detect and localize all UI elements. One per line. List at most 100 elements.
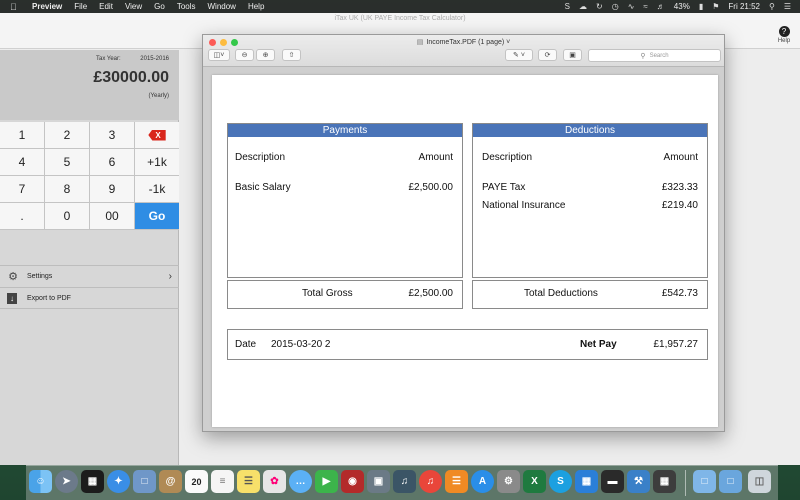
tax-year-value[interactable]: 2015-2016 (140, 56, 169, 62)
key-decimal[interactable]: . (0, 203, 44, 229)
itunes-icon[interactable]: ♫ (393, 470, 416, 493)
markup-pen-button[interactable]: ✎ ˅ (505, 49, 533, 61)
photos-icon[interactable]: ✿ (263, 470, 286, 493)
downloads-icon[interactable]: □ (693, 470, 716, 493)
key-8[interactable]: 8 (45, 176, 89, 202)
zoom-in-button[interactable]: ⊕ (256, 49, 275, 61)
reminders-icon[interactable]: ≡ (211, 470, 234, 493)
key-2[interactable]: 2 (45, 122, 89, 148)
deductions-col-description: Description (482, 152, 533, 163)
skype-status-icon[interactable]: S (565, 2, 570, 11)
skype-icon[interactable]: X (523, 470, 546, 493)
pen-icon: ✎ ˅ (513, 52, 525, 59)
deductions-table: Deductions Description Amount PAYE Tax £… (472, 123, 708, 278)
zoom-out-button[interactable]: ⊖ (235, 49, 254, 61)
cloud-icon[interactable]: ☁ (579, 2, 587, 11)
photo-booth-icon[interactable]: ◉ (341, 470, 364, 493)
crossover-icon[interactable]: ⚒ (627, 470, 650, 493)
launchpad-icon[interactable]: ➤ (55, 470, 78, 493)
app-store-icon[interactable]: ☰ (445, 470, 468, 493)
documents-folder-icon[interactable]: □ (719, 470, 742, 493)
payments-col-description: Description (235, 152, 286, 163)
menu-bar:  Preview File Edit View Go Tools Window… (0, 0, 800, 13)
safari-icon[interactable]: ✦ (107, 470, 130, 493)
key-1[interactable]: 1 (0, 122, 44, 148)
facetime-icon[interactable]: ▶ (315, 470, 338, 493)
flag-icon[interactable]: ⚑ (712, 2, 719, 11)
notification-center-icon[interactable]: ☰ (784, 2, 791, 11)
volume-icon[interactable]: ♬ (657, 2, 665, 11)
calculator-panel: Tax Year: 2015-2016 £30000.00 (Yearly) 1… (0, 50, 179, 465)
finder-icon[interactable]: ☺ (29, 470, 52, 493)
toolbox-button[interactable]: ▣ (563, 49, 582, 61)
payments-col-amount: Amount (418, 152, 453, 163)
contacts-icon[interactable]: @ (159, 470, 182, 493)
wifi-icon[interactable]: ≈ (643, 2, 647, 11)
key-plus-1k[interactable]: +1k (135, 149, 179, 175)
backspace-icon: X (148, 129, 166, 141)
ibooks-icon[interactable]: ♫ (419, 470, 442, 493)
menu-go[interactable]: Go (154, 2, 165, 11)
key-7[interactable]: 7 (0, 176, 44, 202)
preview-titlebar: ▤ IncomeTax.PDF (1 page) ˅ ◫˅ ⊖ ⊕ ⇧ ✎ ˅ ⟳… (203, 35, 724, 67)
apple-menu-icon[interactable]:  (10, 2, 20, 12)
calendar-icon[interactable]: 20 (185, 470, 208, 493)
rotate-button[interactable]: ⟳ (538, 49, 557, 61)
key-4[interactable]: 4 (0, 149, 44, 175)
pay-period[interactable]: (Yearly) (149, 93, 169, 99)
menu-tools[interactable]: Tools (177, 2, 196, 11)
menu-view[interactable]: View (125, 2, 142, 11)
menu-help[interactable]: Help (248, 2, 264, 11)
system-preferences-icon[interactable]: A (471, 470, 494, 493)
zoom-in-icon: ⊕ (262, 52, 269, 59)
notes-icon[interactable]: ☰ (237, 470, 260, 493)
key-minus-1k[interactable]: -1k (135, 176, 179, 202)
preview-title-text: IncomeTax.PDF (1 page) (426, 39, 505, 46)
keynote-icon[interactable]: S (549, 470, 572, 493)
options-menu: ⚙ Settings › ↓ Export to PDF (0, 265, 179, 309)
key-9[interactable]: 9 (90, 176, 134, 202)
bluetooth-icon[interactable]: ∿ (628, 2, 635, 11)
image-capture-icon[interactable]: ▣ (367, 470, 390, 493)
search-placeholder: Search (649, 52, 669, 59)
key-3[interactable]: 3 (90, 122, 134, 148)
folder-icon[interactable]: ▦ (653, 470, 676, 493)
total-deductions-label: Total Deductions (524, 288, 598, 299)
key-00[interactable]: 00 (90, 203, 134, 229)
battery-percent[interactable]: 43% (674, 2, 690, 11)
time-machine-icon[interactable]: ◷ (612, 2, 619, 11)
share-button[interactable]: ⇧ (282, 49, 301, 61)
menu-window[interactable]: Window (208, 2, 236, 11)
excel-icon[interactable]: ⚙ (497, 470, 520, 493)
export-pdf-label: Export to PDF (27, 294, 71, 302)
sync-icon[interactable]: ↻ (596, 2, 603, 11)
xcode-icon[interactable]: ▬ (601, 470, 624, 493)
settings-row[interactable]: ⚙ Settings › (0, 265, 179, 287)
wallet-icon[interactable]: ▦ (575, 470, 598, 493)
trash-icon[interactable]: ◫ (748, 470, 771, 493)
dashboard-icon[interactable]: ▦ (81, 470, 104, 493)
key-delete[interactable]: X (135, 122, 179, 148)
spotlight-icon[interactable]: ⚲ (769, 2, 775, 11)
search-field[interactable]: ⚲ Search (588, 49, 721, 62)
go-button[interactable]: Go (135, 203, 179, 229)
preview-title[interactable]: ▤ IncomeTax.PDF (1 page) ˅ (203, 38, 724, 46)
battery-icon[interactable]: ▮ (699, 2, 703, 11)
messages-icon[interactable]: … (289, 470, 312, 493)
key-5[interactable]: 5 (45, 149, 89, 175)
export-pdf-row[interactable]: ↓ Export to PDF (0, 287, 179, 309)
clock[interactable]: Fri 21:52 (728, 2, 760, 11)
key-6[interactable]: 6 (90, 149, 134, 175)
key-0[interactable]: 0 (45, 203, 89, 229)
net-pay-label: Net Pay (580, 339, 617, 350)
menu-edit[interactable]: Edit (99, 2, 113, 11)
payments-table: Payments Description Amount Basic Salary… (227, 123, 463, 278)
salary-amount: £30000.00 (93, 69, 169, 86)
help-button[interactable]: ? Help (774, 26, 794, 44)
menu-preview[interactable]: Preview (32, 2, 62, 11)
menu-file[interactable]: File (74, 2, 87, 11)
sidebar-toggle-button[interactable]: ◫˅ (208, 49, 230, 61)
preview-icon[interactable]: □ (133, 470, 156, 493)
search-icon: ⚲ (640, 52, 646, 60)
keypad: 1 2 3 X 4 5 6 +1k 7 8 9 -1k . 0 00 Go (0, 122, 179, 230)
